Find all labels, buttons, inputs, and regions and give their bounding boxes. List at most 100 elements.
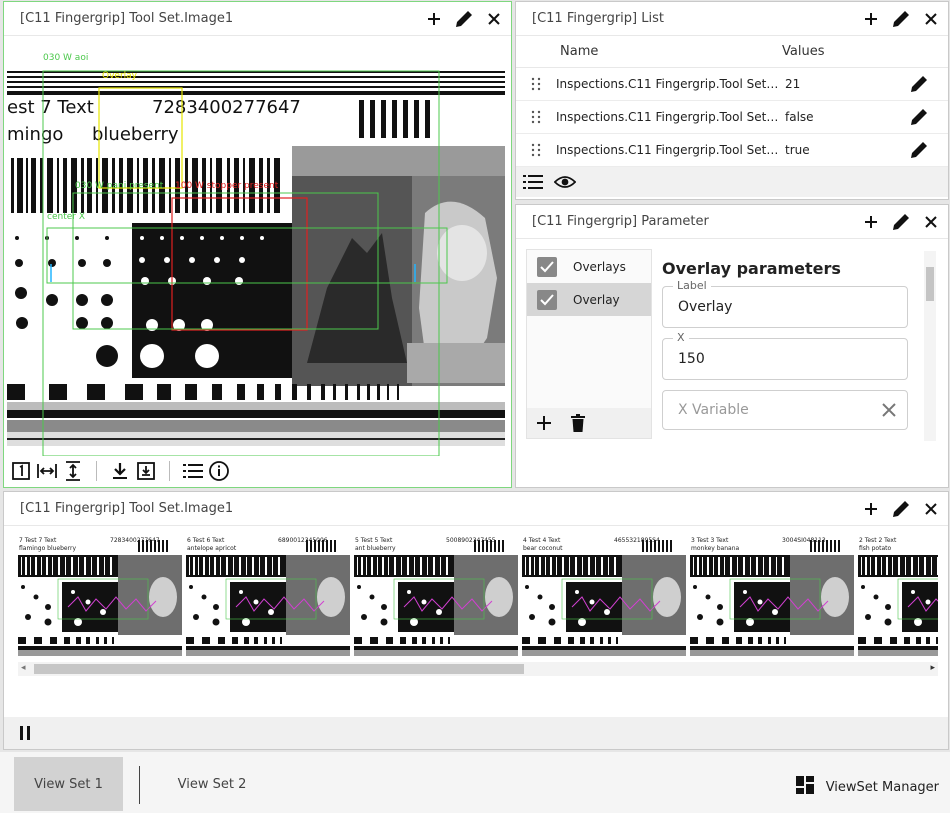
panel-header: [C11 Fingergrip] List — [516, 2, 948, 36]
list-row[interactable]: Inspections.C11 Fingergrip.Tool Set.Imag… — [516, 68, 948, 101]
scroll-thumb[interactable] — [34, 664, 524, 674]
panel-title: [C11 Fingergrip] Tool Set.Image1 — [20, 11, 234, 26]
thumbnail[interactable]: 6 Test 6 Text 6890012345006 antelope apric… — [186, 537, 350, 659]
thumbnail[interactable]: 2 Test 2 Text27047c8fish potato — [858, 537, 938, 659]
image-text-3: mingo — [7, 124, 63, 145]
scroll-thumb[interactable] — [926, 267, 934, 301]
thumbnail-words: flamingo blueberry — [19, 545, 77, 552]
checkbox[interactable] — [537, 256, 557, 277]
edit-icon[interactable] — [453, 8, 475, 30]
row-name: Inspections.C11 Fingergrip.Tool Set.Imag… — [556, 110, 781, 124]
drag-handle-icon[interactable] — [516, 143, 556, 157]
thumbnail-image — [186, 537, 350, 659]
list-icon[interactable] — [182, 460, 204, 482]
field-placeholder: X Variable — [678, 402, 749, 418]
thumbnail[interactable]: 3 Test 3 Text 3004SI048113 monkey banana — [690, 537, 854, 659]
list-icon[interactable] — [522, 171, 544, 193]
column-values[interactable]: Values — [782, 44, 824, 59]
eye-icon[interactable] — [554, 171, 576, 193]
overlay-parameters-form: Overlay parameters Label Overlay X 150 X… — [662, 255, 908, 440]
overlay-label-overlay: Overlay — [102, 71, 138, 81]
list-row[interactable]: Inspections.C11 Fingergrip.Tool Set.Imag… — [516, 101, 948, 134]
fit-height-icon[interactable] — [62, 460, 84, 482]
parameter-tree: Overlays Overlay — [526, 249, 652, 439]
close-icon[interactable] — [483, 8, 505, 30]
thumbnail-words: bear coconut — [523, 545, 563, 552]
clear-icon[interactable] — [881, 402, 897, 422]
thumbnail-code: 4655321895S4 — [614, 537, 660, 544]
overlay-label-pani: 030 W pani present — [75, 181, 164, 191]
add-icon[interactable] — [860, 498, 882, 520]
edit-icon[interactable] — [908, 73, 930, 95]
thumbnail[interactable]: 4 Test 4 Text 4655321895S4 bear coconut — [522, 537, 686, 659]
thumbnail-code: 6890012345006 — [278, 537, 328, 544]
thumbnail-words: antelope apricot — [187, 545, 237, 552]
info-icon[interactable] — [208, 460, 230, 482]
inspection-image[interactable]: est 7 Text 7283400277647 mingo blueberry — [7, 38, 505, 456]
thumbnail-code: 3004SI048113 — [782, 537, 826, 544]
panel-title: [C11 Fingergrip] Tool Set.Image1 — [20, 501, 234, 516]
thumbnail-title: 5 Test 5 Text — [355, 537, 393, 544]
thumbnail-code: 7283400277647 — [110, 537, 160, 544]
form-heading: Overlay parameters — [662, 259, 841, 278]
download-icon[interactable] — [109, 460, 131, 482]
row-name: Inspections.C11 Fingergrip.Tool Set.Imag… — [556, 77, 781, 91]
row-value: true — [785, 143, 810, 157]
panel-header: [C11 Fingergrip] Tool Set.Image1 — [4, 2, 511, 36]
actual-size-icon[interactable] — [10, 460, 32, 482]
tree-item-label: Overlays — [573, 259, 626, 274]
close-icon[interactable] — [920, 211, 942, 233]
trash-icon[interactable] — [567, 412, 589, 434]
x-variable-field[interactable]: X Variable — [662, 390, 908, 430]
thumbnail-words: ant blueberry — [355, 545, 396, 552]
overlay-label-aoi: 030 W aoi — [43, 53, 88, 63]
vertical-scrollbar[interactable] — [924, 251, 936, 441]
edit-icon[interactable] — [908, 139, 930, 161]
viewset-manager-label: ViewSet Manager — [825, 779, 939, 795]
scroll-left-icon[interactable]: ◂ — [21, 663, 26, 673]
add-icon[interactable] — [860, 8, 882, 30]
tab-view-set-2[interactable]: View Set 2 — [160, 757, 264, 811]
add-icon[interactable] — [860, 211, 882, 233]
horizontal-scrollbar[interactable]: ◂ ▸ — [18, 662, 938, 676]
tree-item-overlays[interactable]: Overlays — [527, 250, 651, 283]
scroll-right-icon[interactable]: ▸ — [930, 663, 935, 673]
thumbnail-image — [522, 537, 686, 659]
parameter-panel: [C11 Fingergrip] Parameter Overlays Over… — [515, 204, 949, 488]
viewset-manager-button[interactable]: ViewSet Manager — [795, 776, 939, 798]
pause-icon[interactable] — [14, 722, 36, 744]
close-icon[interactable] — [920, 498, 942, 520]
save-image-icon[interactable] — [135, 460, 157, 482]
x-field[interactable]: X 150 — [662, 331, 908, 380]
panel-title: [C11 Fingergrip] List — [532, 11, 664, 26]
column-name[interactable]: Name — [560, 44, 782, 59]
thumbnail-strip: 7 Test 7 Text 7283400277647 flamingo blueb… — [18, 537, 938, 659]
thumbnail[interactable]: 7 Test 7 Text 7283400277647 flamingo blueb… — [18, 537, 182, 659]
close-icon[interactable] — [920, 8, 942, 30]
drag-handle-icon[interactable] — [516, 77, 556, 91]
edit-icon[interactable] — [890, 8, 912, 30]
tree-item-overlay[interactable]: Overlay — [527, 283, 651, 316]
drag-handle-icon[interactable] — [516, 110, 556, 124]
edit-icon[interactable] — [890, 211, 912, 233]
tab-view-set-1[interactable]: View Set 1 — [14, 757, 123, 811]
list-row[interactable]: Inspections.C11 Fingergrip.Tool Set.Imag… — [516, 134, 948, 167]
overlay-label-center: center X — [47, 212, 85, 222]
checkbox[interactable] — [537, 289, 557, 310]
field-value: Overlay — [678, 299, 733, 315]
list-header: Name Values — [516, 36, 948, 68]
viewset-tabbar: View Set 1 View Set 2 ViewSet Manager — [0, 752, 950, 813]
edit-icon[interactable] — [890, 498, 912, 520]
filmstrip-footer — [4, 717, 948, 749]
add-icon[interactable] — [533, 412, 555, 434]
field-value: 150 — [678, 351, 705, 367]
overlay-label-stopper: 100 W stopper present — [175, 181, 279, 191]
viewer-toolbar — [4, 455, 511, 487]
fit-width-icon[interactable] — [36, 460, 58, 482]
thumbnail-title: 6 Test 6 Text — [187, 537, 225, 544]
edit-icon[interactable] — [908, 106, 930, 128]
tree-item-label: Overlay — [573, 292, 620, 307]
thumbnail[interactable]: 5 Test 5 Text 5008902347455 ant blueberry — [354, 537, 518, 659]
add-icon[interactable] — [423, 8, 445, 30]
label-field[interactable]: Label Overlay — [662, 279, 908, 328]
